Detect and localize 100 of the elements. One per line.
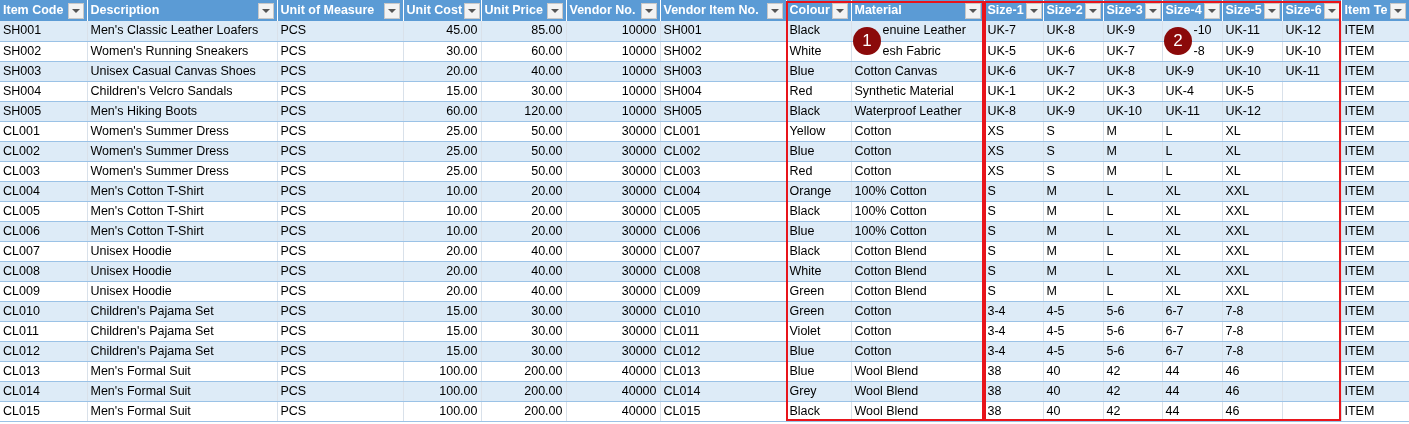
table-cell: XS	[984, 121, 1043, 141]
table-cell: Green	[786, 281, 851, 301]
filter-button[interactable]	[67, 2, 84, 19]
table-cell: 4-5	[1043, 321, 1103, 341]
table-cell: UK-7	[1103, 41, 1162, 61]
table-cell: 30.00	[403, 41, 481, 61]
column-header: Size-6	[1285, 2, 1322, 19]
column-header: Item Te	[1344, 2, 1388, 19]
table-cell: XL	[1222, 121, 1282, 141]
table-cell: Cotton	[851, 321, 984, 341]
table-cell: 60.00	[481, 41, 566, 61]
column-header: Material	[854, 2, 902, 19]
table-cell: UK-2	[1043, 81, 1103, 101]
table-cell: PCS	[277, 401, 403, 421]
table-cell: ITEM	[1341, 81, 1409, 101]
table-cell: XL	[1162, 281, 1222, 301]
table-cell: PCS	[277, 241, 403, 261]
table-cell: UK-12	[1282, 21, 1341, 41]
table-cell: CL002	[0, 141, 87, 161]
table-cell: CL003	[0, 161, 87, 181]
table-cell: S	[1043, 121, 1103, 141]
table-cell: Red	[786, 81, 851, 101]
table-cell: UK-6	[1043, 41, 1103, 61]
table-cell: CL015	[0, 401, 87, 421]
filter-button[interactable]	[464, 2, 480, 19]
column-header: Vendor Item No.	[663, 2, 759, 19]
table-cell: SH002	[660, 41, 786, 61]
column-header: Unit Cost	[406, 2, 463, 19]
table-cell: Men's Formal Suit	[87, 401, 277, 421]
table-cell: 45.00	[403, 21, 481, 41]
table-cell: Yellow	[786, 121, 851, 141]
table-cell: CL013	[0, 361, 87, 381]
table-cell: Unisex Hoodie	[87, 241, 277, 261]
table-cell: CL008	[0, 261, 87, 281]
table-cell: 200.00	[481, 401, 566, 421]
table-cell: S	[984, 201, 1043, 221]
filter-button[interactable]	[640, 2, 657, 19]
table-cell: 20.00	[403, 281, 481, 301]
table-cell: CL004	[0, 181, 87, 201]
column-header: Unit of Measure	[280, 2, 375, 19]
filter-button[interactable]	[257, 2, 274, 19]
table-cell: CL007	[660, 241, 786, 261]
table-cell: ITEM	[1341, 241, 1409, 261]
table-cell: ITEM	[1341, 361, 1409, 381]
table-cell: 30000	[566, 281, 660, 301]
table-cell: ITEM	[1341, 321, 1409, 341]
table-cell: 40000	[566, 401, 660, 421]
table-cell: PCS	[277, 21, 403, 41]
table-cell: CL001	[0, 121, 87, 141]
table-cell: 40.00	[481, 281, 566, 301]
table-cell: 44	[1162, 361, 1222, 381]
table-cell: CL007	[0, 241, 87, 261]
table-cell: CL005	[660, 201, 786, 221]
table-cell: PCS	[277, 81, 403, 101]
column-header: Size-5	[1225, 2, 1262, 19]
table-cell: UK-11	[1222, 21, 1282, 41]
table-cell: 85.00	[481, 21, 566, 41]
table-cell: XXL	[1222, 201, 1282, 221]
table-cell: 25.00	[403, 161, 481, 181]
table-cell: Women's Summer Dress	[87, 161, 277, 181]
filter-button[interactable]	[383, 2, 400, 19]
filter-button[interactable]	[546, 2, 563, 19]
table-cell: ITEM	[1341, 401, 1409, 421]
table-cell: PCS	[277, 161, 403, 181]
table-cell: Blue	[786, 361, 851, 381]
table-cell: PCS	[277, 201, 403, 221]
table-cell: XS	[984, 161, 1043, 181]
table-cell: 30000	[566, 201, 660, 221]
table-cell: CL003	[660, 161, 786, 181]
table-cell: CL006	[0, 221, 87, 241]
table-cell: 50.00	[481, 121, 566, 141]
table-cell: 30.00	[481, 321, 566, 341]
table-cell: SH001	[660, 21, 786, 41]
table-cell: 30000	[566, 321, 660, 341]
filter-button[interactable]	[766, 2, 783, 19]
filter-button[interactable]	[1389, 2, 1406, 19]
table-cell: 40	[1043, 401, 1103, 421]
table-cell: Synthetic Material	[851, 81, 984, 101]
column-header: Colour	[789, 2, 830, 19]
table-cell: 100.00	[403, 401, 481, 421]
table-cell: 50.00	[481, 161, 566, 181]
table-cell: CL001	[660, 121, 786, 141]
table-cell: XXL	[1222, 241, 1282, 261]
table-cell: 25.00	[403, 121, 481, 141]
table-cell: SH004	[0, 81, 87, 101]
table-cell: CL011	[660, 321, 786, 341]
table-cell: XXL	[1222, 281, 1282, 301]
table-cell: UK-9	[1222, 41, 1282, 61]
table-cell: UK-5	[1222, 81, 1282, 101]
table-cell: 30000	[566, 241, 660, 261]
table-cell: Unisex Hoodie	[87, 281, 277, 301]
column-header: Size-1	[987, 2, 1024, 19]
table-cell: UK-5	[984, 41, 1043, 61]
table-cell: PCS	[277, 41, 403, 61]
table-cell: Women's Running Sneakers	[87, 41, 277, 61]
table-cell: 100.00	[403, 361, 481, 381]
table-cell: PCS	[277, 361, 403, 381]
table-cell: M	[1043, 281, 1103, 301]
table-cell: 30000	[566, 161, 660, 181]
table-cell: CL015	[660, 401, 786, 421]
